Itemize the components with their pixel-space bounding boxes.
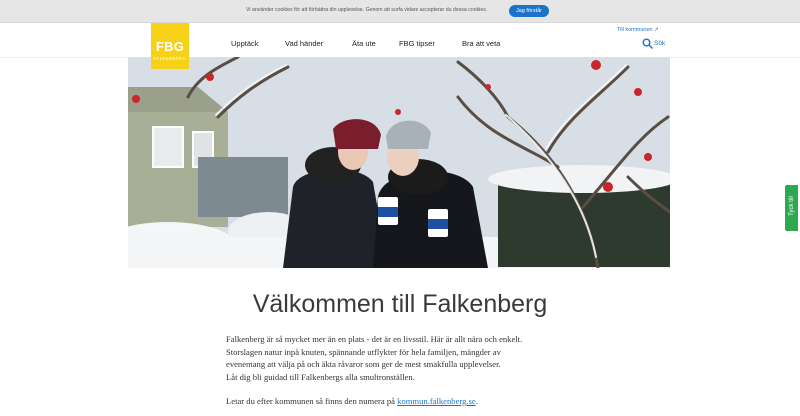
- nav-item-fbg-tipser[interactable]: FBG tipser: [399, 39, 435, 48]
- nav-item-upptack[interactable]: Upptäck: [231, 39, 259, 48]
- municipality-note: Letar du efter kommunen så finns den num…: [226, 396, 478, 406]
- page-title: Välkommen till Falkenberg: [252, 290, 548, 318]
- cookie-banner: Vi använder cookies för att förbättra di…: [0, 0, 800, 23]
- municipality-note-suffix: .: [475, 396, 478, 406]
- nav-item-ata-ute[interactable]: Äta ute: [352, 39, 376, 48]
- intro-line: Storslagen natur inpå knuten, spännande …: [226, 346, 501, 357]
- intro-text: Falkenberg är så mycket mer än en plats …: [226, 333, 586, 384]
- nav-item-bra-att-veta[interactable]: Bra att veta: [462, 39, 500, 48]
- hero-image: [128, 57, 670, 268]
- search-label: Sök: [654, 40, 666, 47]
- municipality-note-prefix: Letar du efter kommunen så finns den num…: [226, 396, 395, 406]
- site-header: FBG FALKENBERG Upptäck Vad händer Äta ut…: [0, 23, 800, 69]
- hero-photo-couple-in-snow: [128, 57, 670, 268]
- fbg-logo[interactable]: FBG FALKENBERG: [151, 23, 189, 69]
- cookie-text: Vi använder cookies för att förbättra di…: [246, 7, 488, 13]
- municipality-link[interactable]: kommun.falkenberg.se: [397, 396, 476, 406]
- to-municipality-link[interactable]: Till kommunen ↗: [617, 27, 659, 33]
- intro-line: Låt dig bli guidad till Falkenbergs alla…: [226, 372, 415, 383]
- feedback-label: Tyck till: [789, 196, 795, 216]
- intro-line: Falkenberg är så mycket mer än en plats …: [226, 334, 523, 344]
- search-icon: [642, 38, 653, 49]
- logo-text: FBG: [155, 39, 185, 54]
- cookie-accept-button[interactable]: Jag förstår: [509, 5, 549, 17]
- logo-subtext: FALKENBERG: [153, 56, 187, 61]
- nav-item-vad-hander[interactable]: Vad händer: [285, 39, 323, 48]
- feedback-tab[interactable]: Tyck till: [785, 185, 798, 231]
- intro-line: evenemang att välja på och äkta råvaror …: [226, 359, 501, 370]
